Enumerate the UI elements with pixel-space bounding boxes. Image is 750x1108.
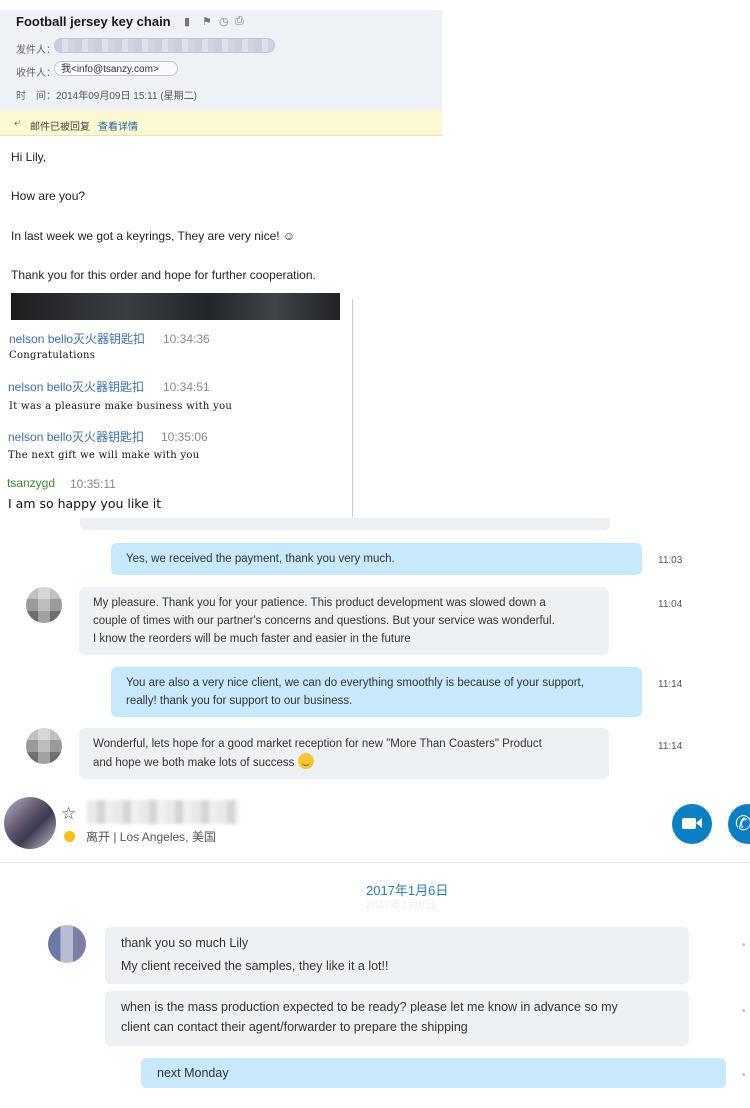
qq-message: Congratulations xyxy=(9,350,96,361)
message-timestamp: 11:14 xyxy=(658,741,683,752)
message-timestamp: 11:03 xyxy=(658,555,683,566)
qq-sender-name-self: tsanzygd xyxy=(7,476,56,490)
incoming-message-bubble[interactable]: My pleasure. Thank you for your patience… xyxy=(79,587,609,655)
bookmark-icon[interactable]: ▮ xyxy=(184,15,190,28)
print-icon[interactable]: ⎙ xyxy=(235,15,244,28)
from-label: 发件人： xyxy=(16,45,56,56)
flag-icon[interactable]: ⚑ xyxy=(202,15,212,28)
message-timestamp: 11:04 xyxy=(658,599,683,610)
photo-strip-image xyxy=(11,293,340,320)
message-text: couple of times with our partner's conce… xyxy=(93,615,555,627)
message-text: client can contact their agent/forwarder… xyxy=(121,1020,468,1034)
email-subject: Football jersey key chain xyxy=(16,14,171,29)
time-label: 时 间： xyxy=(16,91,56,102)
email-line: Thank you for this order and hope for fu… xyxy=(11,268,316,282)
message-text: really! thank you for support to our bus… xyxy=(126,695,353,707)
outgoing-message-bubble[interactable]: next Monday xyxy=(141,1058,726,1088)
email-line: In last week we got a keyrings, They are… xyxy=(11,229,296,243)
qq-sender-name: nelson bello灭火器钥匙扣 xyxy=(9,332,146,346)
message-text: next Monday xyxy=(157,1066,229,1080)
incoming-message-bubble[interactable]: Wonderful, lets hope for a good market r… xyxy=(79,728,609,779)
recipient-address-pill[interactable]: 我<info@tsanzy.com> xyxy=(54,61,178,76)
message-text: I know the reorders will be much faster … xyxy=(93,633,411,645)
message-action-icon[interactable]: • xyxy=(742,940,746,951)
message-text: Wonderful, lets hope for a good market r… xyxy=(93,738,542,750)
previous-message-bubble-edge xyxy=(80,518,610,530)
message-text: Yes, we received the payment, thank you … xyxy=(126,553,395,565)
message-action-icon[interactable]: • xyxy=(742,1070,746,1081)
incoming-message-bubble[interactable]: thank you so much Lily My client receive… xyxy=(105,927,689,984)
message-text: You are also a very nice client, we can … xyxy=(126,677,584,689)
chat-divider-line xyxy=(352,299,353,517)
time-value: 2014年09月09日 15:11 (星期二) xyxy=(56,91,197,102)
qq-message: It was a pleasure make business with you xyxy=(9,401,233,412)
message-text: thank you so much Lily xyxy=(121,936,249,950)
incoming-message-bubble[interactable]: when is the mass production expected to … xyxy=(105,991,689,1046)
qq-sender-name: nelson bello灭火器钥匙扣 xyxy=(8,430,145,444)
qq-message: The next gift we will make with you xyxy=(8,450,200,461)
view-details-link[interactable]: 查看详情 xyxy=(98,118,138,133)
contact-name-blurred xyxy=(87,800,239,824)
message-text: and hope we both make lots of success xyxy=(93,757,295,769)
presence-location-text: 离开 | Los Angeles, 美国 xyxy=(86,830,216,844)
reply-arrow-icon: ⤶ xyxy=(14,115,21,129)
qq-timestamp: 10:34:36 xyxy=(163,332,210,346)
sender-address-pill[interactable] xyxy=(54,38,275,53)
to-label: 收件人： xyxy=(16,68,56,79)
qq-timestamp: 10:35:06 xyxy=(161,430,208,444)
email-greeting: Hi Lily, xyxy=(11,150,47,164)
qq-timestamp: 10:34:51 xyxy=(163,380,210,394)
message-text: My client received the samples, they lik… xyxy=(121,959,389,973)
favorite-star-icon[interactable]: ☆ xyxy=(61,804,76,824)
contact-profile-avatar[interactable] xyxy=(4,797,56,849)
qq-sender-name: nelson bello灭火器钥匙扣 xyxy=(8,380,145,394)
message-text: My pleasure. Thank you for your patience… xyxy=(93,597,546,609)
outgoing-message-bubble[interactable]: You are also a very nice client, we can … xyxy=(111,667,642,717)
outgoing-message-bubble[interactable]: Yes, we received the payment, thank you … xyxy=(111,543,642,575)
header-divider xyxy=(0,862,750,863)
video-camera-icon xyxy=(682,818,696,829)
qq-timestamp: 10:35:11 xyxy=(70,477,116,491)
email-line: How are you? xyxy=(11,189,86,203)
phone-icon: ✆ xyxy=(735,813,750,835)
message-timestamp: 11:14 xyxy=(658,679,683,690)
date-separator-ghost: 2017年1月6日 xyxy=(366,899,436,911)
video-camera-lens-icon xyxy=(696,818,702,828)
contact-avatar[interactable] xyxy=(48,925,86,963)
message-text: when is the mass production expected to … xyxy=(121,1000,618,1014)
away-status-icon xyxy=(64,831,75,842)
qq-message: I am so happy you like it xyxy=(8,496,162,511)
reply-status-text: 邮件已被回复 xyxy=(30,122,90,133)
clock-icon[interactable]: ◷ xyxy=(219,15,229,28)
contact-avatar[interactable] xyxy=(26,587,62,623)
smile-emoji-icon xyxy=(297,753,314,769)
contact-avatar[interactable] xyxy=(26,728,62,764)
message-action-icon[interactable]: • xyxy=(742,1006,746,1017)
